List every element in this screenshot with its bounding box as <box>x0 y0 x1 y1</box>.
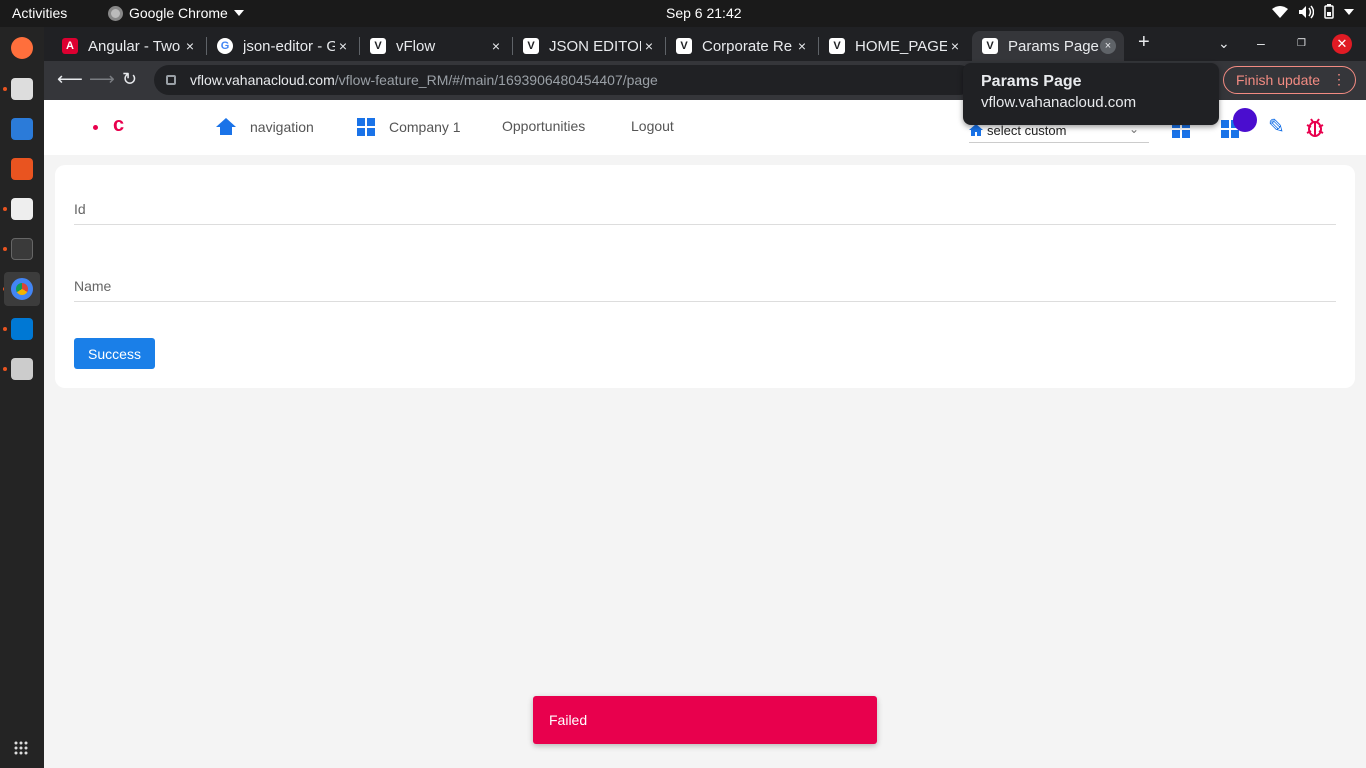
params-form-card: Id Name Success <box>55 165 1355 388</box>
tab-params-page[interactable]: V Params Page × <box>972 31 1124 61</box>
chrome-icon[interactable] <box>11 278 33 300</box>
close-icon[interactable]: × <box>947 38 963 54</box>
nav-company[interactable]: Company 1 <box>357 118 461 136</box>
nav-label: navigation <box>250 119 314 135</box>
vscode-icon[interactable] <box>11 318 33 340</box>
close-icon[interactable]: × <box>794 38 810 54</box>
tab-title: JSON EDITOR <box>549 37 641 55</box>
clock[interactable]: Sep 6 21:42 <box>666 5 742 21</box>
google-icon: G <box>217 38 233 54</box>
caret-down-icon <box>233 10 244 16</box>
vflow-icon: V <box>676 38 692 54</box>
vflow-icon: V <box>370 38 386 54</box>
system-tray[interactable] <box>1272 4 1354 19</box>
app-menu-label: Google Chrome <box>129 5 228 21</box>
writer-icon[interactable] <box>11 118 33 140</box>
nav-opportunities[interactable]: Opportunities <box>502 118 585 134</box>
minimize-icon[interactable]: – <box>1257 35 1265 51</box>
forward-arrow-icon[interactable]: ⟶ <box>89 69 115 90</box>
tab-angular[interactable]: A Angular - Two × <box>52 31 206 61</box>
tab-json-editor-google[interactable]: G json-editor - G × <box>207 31 359 61</box>
tab-hover-card: Params Page vflow.vahanacloud.com <box>963 63 1219 125</box>
more-vert-icon[interactable]: ⋮ <box>1332 71 1346 88</box>
edit-pencil-icon[interactable]: ✎ <box>1268 114 1285 139</box>
success-button[interactable]: Success <box>74 338 155 369</box>
hover-card-title: Params Page <box>981 73 1082 90</box>
close-icon[interactable]: × <box>1100 38 1116 54</box>
snackbar-message: Failed <box>549 712 588 728</box>
logo-dot <box>93 125 98 130</box>
error-snackbar: Failed <box>533 696 877 744</box>
software-icon[interactable] <box>11 158 33 180</box>
vflow-icon: V <box>523 38 539 54</box>
volume-icon <box>1299 5 1314 18</box>
running-indicator <box>3 87 7 91</box>
tab-search-chevron-icon[interactable]: ⌄ <box>1218 35 1230 52</box>
address-bar[interactable]: vflow.vahanacloud.com /vflow-feature_RM/… <box>154 65 974 95</box>
caret-down-icon <box>1344 8 1354 15</box>
dashboard-icon <box>357 118 375 136</box>
avatar[interactable] <box>1233 108 1257 132</box>
app-menu[interactable]: Google Chrome <box>108 5 244 21</box>
name-field[interactable]: Name <box>74 272 1336 302</box>
tab-json-editor[interactable]: V JSON EDITOR × <box>513 31 665 61</box>
name-field-label: Name <box>74 278 112 294</box>
tab-title: HOME_PAGE <box>855 37 947 55</box>
vflow-icon: V <box>829 38 845 54</box>
url-domain: vflow.vahanacloud.com <box>190 72 335 88</box>
close-icon[interactable]: × <box>182 38 198 54</box>
system-top-bar: Activities Google Chrome Sep 6 21:42 <box>0 0 1366 27</box>
finish-update-button[interactable]: Finish update ⋮ <box>1223 66 1356 94</box>
wifi-icon <box>1272 5 1288 18</box>
tab-corporate[interactable]: V Corporate Re × <box>666 31 818 61</box>
back-arrow-icon[interactable]: ⟵ <box>57 69 83 90</box>
nav-logout[interactable]: Logout <box>631 118 674 134</box>
angular-icon: A <box>62 38 78 54</box>
firefox-icon[interactable] <box>11 37 33 59</box>
tab-title: Angular - Two <box>88 37 181 55</box>
hover-card-url: vflow.vahanacloud.com <box>981 94 1137 111</box>
id-field-label: Id <box>74 201 86 217</box>
finish-update-label: Finish update <box>1236 72 1321 88</box>
running-indicator <box>3 327 7 331</box>
tab-title: Params Page <box>1008 37 1099 55</box>
vflow-icon: V <box>982 38 998 54</box>
close-icon[interactable]: × <box>641 38 657 54</box>
tab-title: vFlow <box>396 37 436 55</box>
url-path: /vflow-feature_RM/#/main/169390648045440… <box>334 72 658 88</box>
home-icon <box>216 118 236 136</box>
dock <box>0 27 44 768</box>
text-editor-icon[interactable] <box>11 198 33 220</box>
close-icon[interactable]: × <box>335 38 351 54</box>
new-tab-button[interactable]: + <box>1138 31 1150 54</box>
activities-button[interactable]: Activities <box>12 5 67 21</box>
bug-icon[interactable] <box>1304 116 1326 143</box>
app-grid-icon[interactable] <box>14 741 28 755</box>
chrome-icon <box>108 5 123 21</box>
nav-label: Company 1 <box>389 119 461 135</box>
nav-label: Opportunities <box>502 118 586 134</box>
home-icon <box>969 124 983 136</box>
tab-home-page[interactable]: V HOME_PAGE × <box>819 31 971 61</box>
running-indicator <box>3 207 7 211</box>
running-indicator <box>3 247 7 251</box>
lock-icon <box>166 75 176 85</box>
battery-icon <box>1324 4 1334 19</box>
screenshot-icon[interactable] <box>11 358 33 380</box>
close-icon[interactable]: × <box>488 38 504 54</box>
maximize-icon[interactable]: ❐ <box>1297 38 1306 49</box>
terminal-icon[interactable] <box>11 238 33 260</box>
logo[interactable]: c <box>113 114 124 137</box>
reload-icon[interactable]: ↻ <box>122 69 137 90</box>
id-field[interactable]: Id <box>74 195 1336 225</box>
close-window-icon[interactable]: ✕ <box>1332 34 1352 54</box>
nav-navigation[interactable]: navigation <box>216 118 314 136</box>
tab-strip: A Angular - Two × G json-editor - G × V … <box>44 27 1366 61</box>
running-indicator <box>3 367 7 371</box>
nav-label: Logout <box>631 118 674 134</box>
files-icon[interactable] <box>11 78 33 100</box>
tab-title: Corporate Re <box>702 37 793 55</box>
tab-vflow[interactable]: V vFlow × <box>360 31 512 61</box>
tab-title: json-editor - G <box>243 37 335 55</box>
